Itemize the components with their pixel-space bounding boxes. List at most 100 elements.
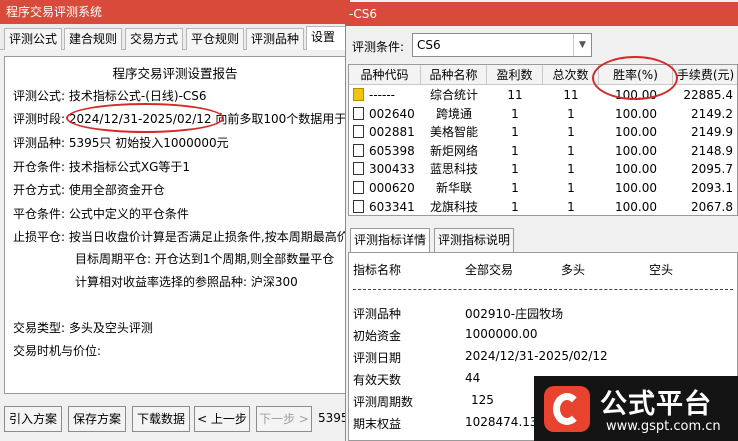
period-highlight-oval (66, 103, 224, 133)
tab-symbols[interactable]: 评测品种 (246, 28, 305, 50)
cell-fee: 22885.4 (683, 88, 733, 102)
trade-type-label: 交易类型: (13, 321, 66, 335)
detail-row-value: 1028474.13 (465, 415, 538, 429)
folder-icon (353, 88, 364, 101)
table-row[interactable]: ------ 综合统计 11 11 100.00 22885.4 (349, 86, 737, 104)
download-data-button[interactable]: 下载数据 (132, 406, 190, 432)
import-scheme-button[interactable]: 引入方案 (4, 406, 62, 432)
col-header-total[interactable]: 总次数 (543, 65, 599, 85)
cell-name: 蓝思科技 (429, 162, 478, 177)
tab-close-rule[interactable]: 平仓规则 (186, 28, 245, 50)
tab-formula[interactable]: 评测公式 (4, 28, 63, 50)
cell-profit: 1 (511, 143, 519, 158)
report-line-symbols: 评测品种: 5395只 初始投入1000000元 (13, 134, 229, 151)
cell-fee: 2148.9 (691, 143, 733, 158)
cell-code: 002881 (369, 125, 415, 140)
trade-timing-label: 交易时机与价位: (13, 344, 102, 358)
cell-name: 美格智能 (429, 125, 478, 140)
logo-icon (544, 386, 590, 432)
table-row[interactable]: 300433 蓝思科技 1 1 100.00 2095.7 (349, 160, 737, 178)
detail-header-long: 多头 (561, 263, 586, 277)
col-header-name[interactable]: 品种名称 (421, 65, 487, 85)
detail-row-name: 评测日期 (353, 351, 402, 365)
document-icon (353, 125, 364, 139)
report-line-trade-type: 交易类型: 多头及空头评测 (13, 319, 153, 336)
detail-divider (353, 289, 733, 290)
table-row[interactable]: 603341 龙旗科技 1 1 100.00 2067.8 (349, 198, 737, 215)
col-header-profit[interactable]: 盈利数 (487, 65, 543, 85)
result-window-title: -CS6 (345, 2, 738, 26)
cell-total: 1 (567, 181, 575, 195)
cell-name: 新炬网络 (429, 143, 478, 158)
stop-loss-label: 止损平仓: (13, 230, 66, 244)
watermark-url: www.gspt.com.cn (606, 419, 721, 434)
cell-code: ------ (369, 88, 395, 102)
report-line-formula: 评测公式: 技术指标公式-(日线)-CS6 (13, 87, 207, 104)
cell-total: 1 (567, 199, 575, 214)
cell-total: 1 (567, 106, 575, 121)
period-label: 评测时段: (13, 112, 66, 126)
condition-label: 评测条件: (352, 40, 405, 54)
report-line-stop-loss: 止损平仓: 按当日收盘价计算是否满足止损条件,按本周期最高价 (13, 228, 349, 245)
open-mode-value: 使用全部资金开仓 (68, 183, 165, 197)
detail-row-name: 初始资金 (353, 329, 402, 343)
cell-code: 002640 (369, 106, 415, 121)
watermark-name: 公式平台 (600, 389, 712, 420)
table-row[interactable]: 002881 美格智能 1 1 100.00 2149.9 (349, 123, 737, 141)
stop-loss-value: 按当日收盘价计算是否满足止损条件,按本周期最高价 (68, 230, 349, 244)
cell-win-rate: 100.00 (615, 162, 657, 177)
cell-fee: 2149.9 (691, 125, 733, 140)
cell-win-rate: 100.00 (615, 181, 657, 195)
detail-header-name: 指标名称 (353, 263, 402, 277)
document-icon (353, 106, 364, 120)
report-line-open-mode: 开仓方式: 使用全部资金开仓 (13, 181, 165, 198)
cell-name: 跨境通 (435, 106, 472, 121)
watermark-badge: 公式平台 www.gspt.com.cn (534, 376, 738, 441)
detail-row-name: 期末权益 (353, 417, 402, 431)
col-header-code[interactable]: 品种代码 (349, 65, 421, 85)
report-line-target-period: 目标周期平仓: 开仓达到1个周期,则全部数量平仓 (75, 252, 335, 266)
symbols-value: 5395只 初始投入1000000元 (68, 136, 229, 150)
table-row[interactable]: 002640 跨境通 1 1 100.00 2149.2 (349, 105, 737, 123)
cell-code: 000620 (369, 181, 415, 195)
next-step-button[interactable]: 下一步 > (256, 406, 312, 432)
tab-settings-report[interactable]: 设置报 (306, 26, 350, 50)
report-line-trade-timing: 交易时机与价位: (13, 342, 101, 359)
close-condition-value: 公式中定义的平仓条件 (68, 207, 189, 221)
col-header-fee[interactable]: 手续费(元) (673, 65, 737, 85)
detail-header-all: 全部交易 (465, 263, 514, 277)
chevron-down-icon[interactable]: ▼ (573, 34, 591, 56)
cell-name: 龙旗科技 (429, 199, 478, 214)
cell-code: 300433 (369, 162, 415, 177)
result-table: 品种代码 品种名称 盈利数 总次数 胜率(%) 手续费(元) ------ 综合统… (348, 64, 738, 216)
detail-row-value: 125 (471, 393, 494, 407)
formula-value: 技术指标公式-(日线)-CS6 (68, 89, 207, 103)
save-scheme-button[interactable]: 保存方案 (68, 406, 126, 432)
tab-position-rule[interactable]: 建合规则 (64, 28, 123, 50)
prev-step-button[interactable]: < 上一步 (194, 406, 250, 432)
table-row[interactable]: 000620 新华联 1 1 100.00 2093.1 (349, 179, 737, 197)
detail-row-value: 44 (465, 371, 481, 385)
cell-total: 1 (567, 125, 575, 140)
trade-type-value: 多头及空头评测 (68, 321, 153, 335)
tab-trade-mode[interactable]: 交易方式 (125, 28, 184, 50)
cell-code: 603341 (369, 199, 415, 214)
tab-metric-explanation[interactable]: 评测指标说明 (434, 228, 515, 252)
detail-row-name: 评测周期数 (353, 395, 414, 409)
cell-fee: 2095.7 (691, 162, 733, 177)
detail-row-value: 1000000.00 (465, 327, 538, 341)
document-icon (353, 162, 364, 176)
cell-code: 605398 (369, 143, 415, 158)
tab-detail-metrics[interactable]: 评测指标详情 (350, 228, 431, 252)
bottom-toolbar: 引入方案 保存方案 下载数据 < 上一步 下一步 > 5395 (0, 400, 350, 441)
left-window-title: 程序交易评测系统 (0, 0, 350, 24)
open-condition-label: 开仓条件: (13, 160, 66, 174)
cell-profit: 1 (511, 125, 519, 140)
cell-profit: 1 (511, 199, 519, 214)
win-rate-highlight-oval (592, 56, 678, 100)
cell-profit: 1 (511, 162, 519, 177)
detail-tab-bar: 评测指标详情 评测指标说明 (348, 228, 738, 252)
cell-profit: 1 (511, 181, 519, 195)
table-row[interactable]: 605398 新炬网络 1 1 100.00 2148.9 (349, 142, 737, 160)
condition-select[interactable]: CS6 ▼ (412, 33, 592, 57)
